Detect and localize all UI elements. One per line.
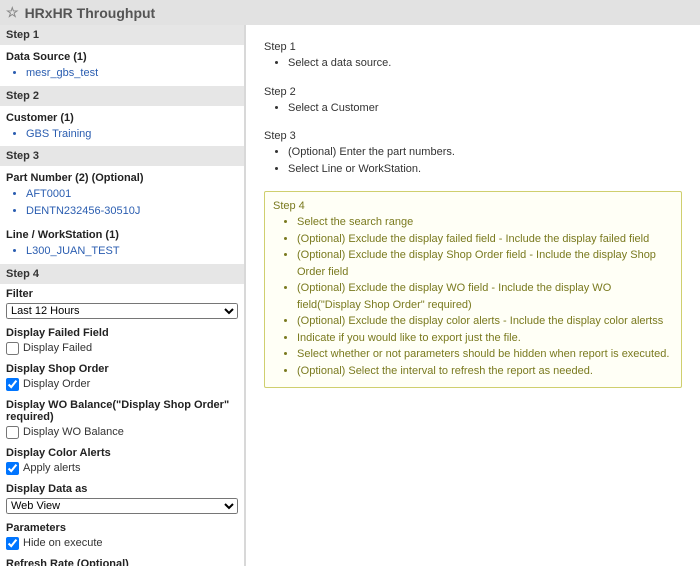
help-step1-list: Select a data source. xyxy=(264,55,682,72)
filter-label: Filter xyxy=(6,288,238,300)
display-wo-balance-checkbox[interactable] xyxy=(6,426,19,439)
help-step4-title: Step 4 xyxy=(273,200,673,212)
customer-item[interactable]: GBS Training xyxy=(26,126,244,143)
part-number-label: Part Number (2) (Optional) xyxy=(0,166,244,186)
help-step4-highlight: Step 4 Select the search range (Optional… xyxy=(264,191,682,388)
display-wo-balance-label: Display WO Balance("Display Shop Order" … xyxy=(6,399,238,423)
part-number-item[interactable]: AFT0001 xyxy=(26,186,244,203)
help-step3-item: (Optional) Enter the part numbers. xyxy=(288,144,682,161)
display-failed-label: Display Failed Field xyxy=(6,327,238,339)
display-data-as-label: Display Data as xyxy=(6,483,238,495)
display-shop-order-label: Display Shop Order xyxy=(6,363,238,375)
help-step4-list: Select the search range (Optional) Exclu… xyxy=(273,214,673,379)
line-workstation-label: Line / WorkStation (1) xyxy=(0,223,244,243)
hide-on-execute-text: Hide on execute xyxy=(23,537,103,549)
step1-header: Step 1 xyxy=(0,25,244,45)
apply-alerts-text: Apply alerts xyxy=(23,462,80,474)
display-shop-order-checkbox[interactable] xyxy=(6,378,19,391)
display-color-alerts-label: Display Color Alerts xyxy=(6,447,238,459)
help-step1-title: Step 1 xyxy=(264,41,682,53)
line-list: L300_JUAN_TEST xyxy=(0,243,244,260)
help-step4-item: (Optional) Exclude the display color ale… xyxy=(297,313,673,330)
line-item[interactable]: L300_JUAN_TEST xyxy=(26,243,244,260)
help-step2-list: Select a Customer xyxy=(264,100,682,117)
data-source-item[interactable]: mesr_gbs_test xyxy=(26,65,244,82)
help-step4-item: (Optional) Select the interval to refres… xyxy=(297,363,673,380)
help-step1-item: Select a data source. xyxy=(288,55,682,72)
help-step4-item: (Optional) Exclude the display Shop Orde… xyxy=(297,247,673,280)
help-step3-list: (Optional) Enter the part numbers. Selec… xyxy=(264,144,682,177)
part-number-list: AFT0001 DENTN232456-30510J xyxy=(0,186,244,219)
apply-alerts-checkbox[interactable] xyxy=(6,462,19,475)
page-title: HRxHR Throughput xyxy=(25,5,156,21)
hide-on-execute-checkbox[interactable] xyxy=(6,537,19,550)
display-data-as-select[interactable]: Web View xyxy=(6,498,238,514)
step2-header: Step 2 xyxy=(0,86,244,106)
right-panel: Step 1 Select a data source. Step 2 Sele… xyxy=(246,25,700,566)
customer-list: GBS Training xyxy=(0,126,244,143)
data-source-list: mesr_gbs_test xyxy=(0,65,244,82)
display-failed-checkbox[interactable] xyxy=(6,342,19,355)
data-source-label: Data Source (1) xyxy=(0,45,244,65)
help-step4-item: Select whether or not parameters should … xyxy=(297,346,673,363)
help-step3-item: Select Line or WorkStation. xyxy=(288,161,682,178)
display-failed-text: Display Failed xyxy=(23,342,92,354)
page-titlebar: ☆ HRxHR Throughput xyxy=(0,0,700,25)
parameters-label: Parameters xyxy=(6,522,238,534)
step3-header: Step 3 xyxy=(0,146,244,166)
help-step4-item: Select the search range xyxy=(297,214,673,231)
help-step4-item: (Optional) Exclude the display failed fi… xyxy=(297,231,673,248)
display-shop-order-text: Display Order xyxy=(23,378,90,390)
customer-label: Customer (1) xyxy=(0,106,244,126)
filter-select[interactable]: Last 12 Hours xyxy=(6,303,238,319)
refresh-rate-label: Refresh Rate (Optional) xyxy=(6,558,238,566)
help-step4-item: Indicate if you would like to export jus… xyxy=(297,330,673,347)
help-step3-title: Step 3 xyxy=(264,130,682,142)
favorite-star-icon[interactable]: ☆ xyxy=(6,4,19,21)
main-layout: Step 1 Data Source (1) mesr_gbs_test Ste… xyxy=(0,25,700,566)
help-step4-item: (Optional) Exclude the display WO field … xyxy=(297,280,673,313)
part-number-item[interactable]: DENTN232456-30510J xyxy=(26,203,244,220)
help-step2-title: Step 2 xyxy=(264,86,682,98)
help-step2-item: Select a Customer xyxy=(288,100,682,117)
display-wo-balance-text: Display WO Balance xyxy=(23,426,124,438)
left-panel: Step 1 Data Source (1) mesr_gbs_test Ste… xyxy=(0,25,246,566)
step4-header: Step 4 xyxy=(0,264,244,284)
